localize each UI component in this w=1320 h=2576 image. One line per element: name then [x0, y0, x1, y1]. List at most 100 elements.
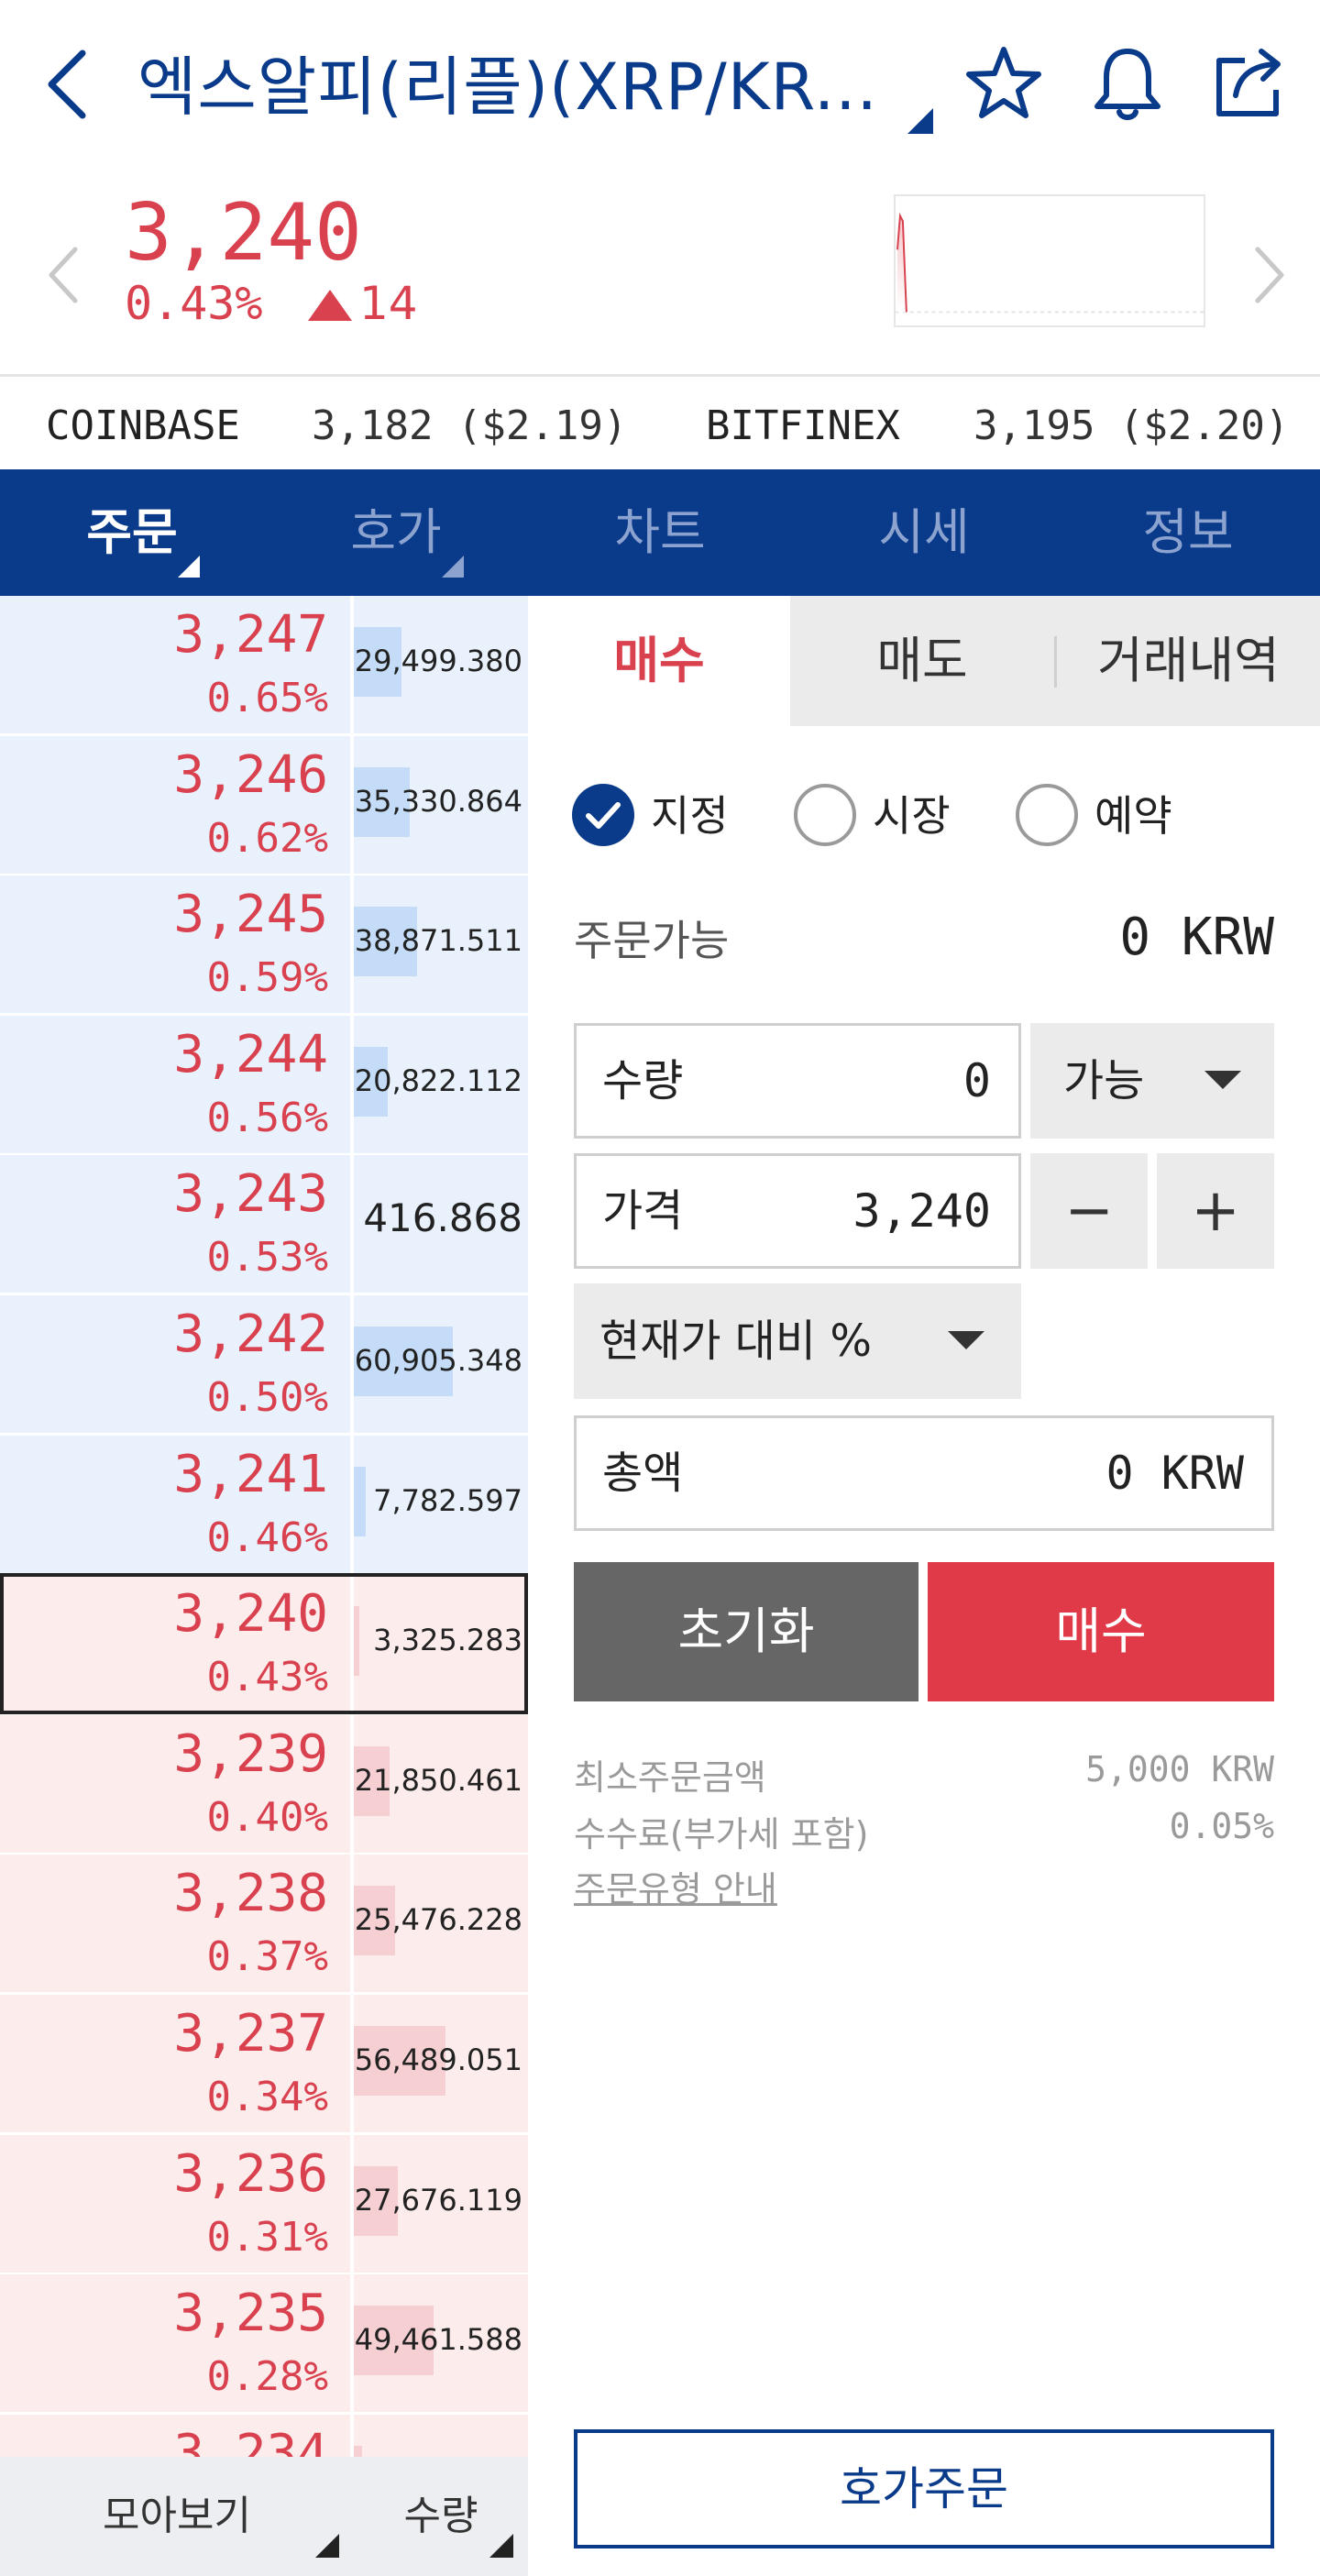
orderbook-qty-cell[interactable]: 3,325.283 — [354, 1575, 528, 1712]
tab-order[interactable]: 주문 — [0, 469, 264, 596]
orderbook-row[interactable]: 3,238 0.37% 25,476.228 — [0, 1855, 528, 1994]
orderbook-price-cell[interactable]: 3,239 0.40% — [0, 1715, 350, 1853]
orderbook-row[interactable]: 3,237 0.34% 56,489.051 — [0, 1995, 528, 2134]
orderbook-qty-cell[interactable]: 20,822.112 — [354, 1016, 528, 1153]
orderbook-price: 3,238 — [173, 1864, 328, 1923]
exchange-prices: COINBASE 3,182 ($2.19) BITFINEX 3,195 ($… — [0, 374, 1320, 469]
title-dropdown-caret[interactable] — [908, 108, 933, 134]
orderbook-row[interactable]: 3,241 0.46% 7,782.597 — [0, 1436, 528, 1575]
tab-hoga[interactable]: 호가 — [264, 469, 528, 596]
orderbook-qty-cell[interactable]: 27,676.119 — [354, 2135, 528, 2273]
orderbook-price-cell[interactable]: 3,241 0.46% — [0, 1436, 350, 1573]
orderbook-qty-cell[interactable]: 21,850.461 — [354, 1715, 528, 1853]
orderbook-price-cell[interactable]: 3,244 0.56% — [0, 1016, 350, 1153]
order-type-guide-link[interactable]: 주문유형 안내 — [574, 1861, 777, 1911]
sub-tab-history[interactable]: 거래내역 — [1057, 596, 1320, 726]
orderbook-price-cell[interactable]: 3,245 0.59% — [0, 875, 350, 1013]
quantity-input[interactable]: 수량 0 — [574, 1023, 1021, 1139]
orderbook-percent: 0.56% — [206, 1095, 328, 1141]
order-type-reserve[interactable]: 예약 — [1016, 779, 1199, 853]
orderbook-qty: 25,476.228 — [354, 1902, 522, 1937]
sub-tab-buy[interactable]: 매수 — [528, 596, 790, 726]
exchange-name-coinbase: COINBASE — [46, 402, 240, 449]
mini-chart[interactable] — [894, 194, 1205, 327]
orderbook-row[interactable]: 3,246 0.62% 35,330.864 — [0, 736, 528, 875]
chevron-left-icon[interactable] — [42, 48, 97, 121]
change-amount: 14 — [359, 277, 418, 330]
orderbook-row[interactable]: 3,245 0.59% 38,871.511 — [0, 875, 528, 1015]
orderbook-qty-cell[interactable]: 56,489.051 — [354, 1995, 528, 2132]
exchange-name-bitfinex: BITFINEX — [706, 402, 900, 449]
next-coin-icon[interactable] — [1245, 238, 1291, 312]
orderbook-qty-cell[interactable]: 38,871.511 — [354, 875, 528, 1013]
orderbook-percent: 0.43% — [206, 1654, 328, 1701]
orderbook-price-cell[interactable]: 3,247 0.65% — [0, 596, 350, 733]
orderbook-qty-cell[interactable] — [354, 2415, 528, 2457]
quantity-option-dropdown[interactable]: 가능 — [1030, 1023, 1274, 1139]
bell-icon[interactable] — [1086, 42, 1169, 125]
orderbook-percent: 0.34% — [206, 2074, 328, 2120]
sub-tab-sell[interactable]: 매도 — [790, 596, 1054, 726]
page-title[interactable]: 엑스알피(리플)(XRP/KRW) — [138, 37, 889, 138]
orderbook-price-cell[interactable]: 3,236 0.31% — [0, 2135, 350, 2273]
percent-dropdown[interactable]: 현재가 대비 % — [574, 1283, 1021, 1399]
orderbook-qty-cell[interactable]: 416.868 — [354, 1155, 528, 1293]
orderbook-row[interactable]: 3,247 0.65% 29,499.380 — [0, 596, 528, 735]
percent-dropdown-label: 현재가 대비 % — [600, 1316, 872, 1367]
orderbook-price: 3,239 — [173, 1724, 328, 1784]
orderbook-price-cell[interactable]: 3,243 0.53% — [0, 1155, 350, 1293]
orderbook-price: 3,234 — [173, 2424, 328, 2457]
price-plus-button[interactable]: + — [1157, 1153, 1274, 1269]
orderbook-row[interactable]: 3,239 0.40% 21,850.461 — [0, 1715, 528, 1855]
orderbook-price-cell[interactable]: 3,235 0.28% — [0, 2274, 350, 2412]
orderbook-price-cell[interactable]: 3,242 0.50% — [0, 1295, 350, 1433]
orderbook-qty-cell[interactable]: 25,476.228 — [354, 1855, 528, 1992]
tab-chart-label: 차트 — [614, 503, 706, 561]
header: 엑스알피(리플)(XRP/KRW) — [0, 0, 1320, 174]
orderbook-row[interactable]: 3,236 0.31% 27,676.119 — [0, 2135, 528, 2274]
orderbook-row[interactable]: 3,240 0.43% 3,325.283 — [0, 1575, 528, 1714]
qty-mode-button[interactable]: 수량 — [354, 2457, 528, 2576]
share-icon[interactable] — [1208, 42, 1291, 125]
orderbook-price-cell[interactable]: 3,240 0.43% — [0, 1575, 350, 1712]
orderbook[interactable]: 3,247 0.65% 29,499.380 3,246 0.62% 35,330.864… — [0, 596, 528, 2457]
orderbook-price-cell[interactable]: 3,234 — [0, 2415, 350, 2457]
reset-button[interactable]: 초기화 — [574, 1562, 918, 1701]
minus-icon: − — [1064, 1177, 1114, 1245]
orderbook-row[interactable]: 3,244 0.56% 20,822.112 — [0, 1016, 528, 1155]
tab-chart[interactable]: 차트 — [528, 469, 792, 596]
star-icon[interactable] — [962, 42, 1045, 125]
price-minus-button[interactable]: − — [1030, 1153, 1148, 1269]
tab-market[interactable]: 시세 — [792, 469, 1056, 596]
tab-order-caret — [178, 556, 200, 578]
order-type-limit[interactable]: 지정 — [572, 779, 755, 853]
current-price: 3,240 — [125, 187, 362, 279]
orderbook-price-cell[interactable]: 3,237 0.34% — [0, 1995, 350, 2132]
prev-coin-icon[interactable] — [42, 238, 88, 312]
orderbook-row[interactable]: 3,242 0.50% 60,905.348 — [0, 1295, 528, 1435]
qty-mode-caret — [490, 2534, 513, 2558]
orderbook-percent: 0.40% — [206, 1794, 328, 1841]
exchange-value-bitfinex: 3,195 ($2.20) — [974, 402, 1290, 449]
orderbook-qty-cell[interactable]: 29,499.380 — [354, 596, 528, 733]
price-input[interactable]: 가격 3,240 — [574, 1153, 1021, 1269]
orderbook-price-cell[interactable]: 3,246 0.62% — [0, 736, 350, 874]
orderbook-row[interactable]: 3,235 0.28% 49,461.588 — [0, 2274, 528, 2414]
orderbook-row[interactable]: 3,243 0.53% 416.868 — [0, 1155, 528, 1294]
hoga-order-button[interactable]: 호가주문 — [574, 2429, 1274, 2548]
orderbook-qty-cell[interactable]: 35,330.864 — [354, 736, 528, 874]
group-view-button[interactable]: 모아보기 — [0, 2457, 354, 2576]
orderbook-price: 3,247 — [173, 605, 328, 665]
price-value: 3,240 — [852, 1184, 991, 1238]
order-type-market[interactable]: 시장 — [794, 779, 977, 853]
orderbook-price-cell[interactable]: 3,238 0.37% — [0, 1855, 350, 1992]
orderbook-price: 3,246 — [173, 745, 328, 805]
buy-button[interactable]: 매수 — [928, 1562, 1274, 1701]
tab-info[interactable]: 정보 — [1056, 469, 1320, 596]
total-input[interactable]: 총액 0 KRW — [574, 1415, 1274, 1531]
orderbook-qty-cell[interactable]: 7,782.597 — [354, 1436, 528, 1573]
orderbook-percent: 0.59% — [206, 954, 328, 1001]
orderbook-qty-cell[interactable]: 60,905.348 — [354, 1295, 528, 1433]
orderbook-row[interactable]: 3,234 — [0, 2415, 528, 2457]
orderbook-qty-cell[interactable]: 49,461.588 — [354, 2274, 528, 2412]
